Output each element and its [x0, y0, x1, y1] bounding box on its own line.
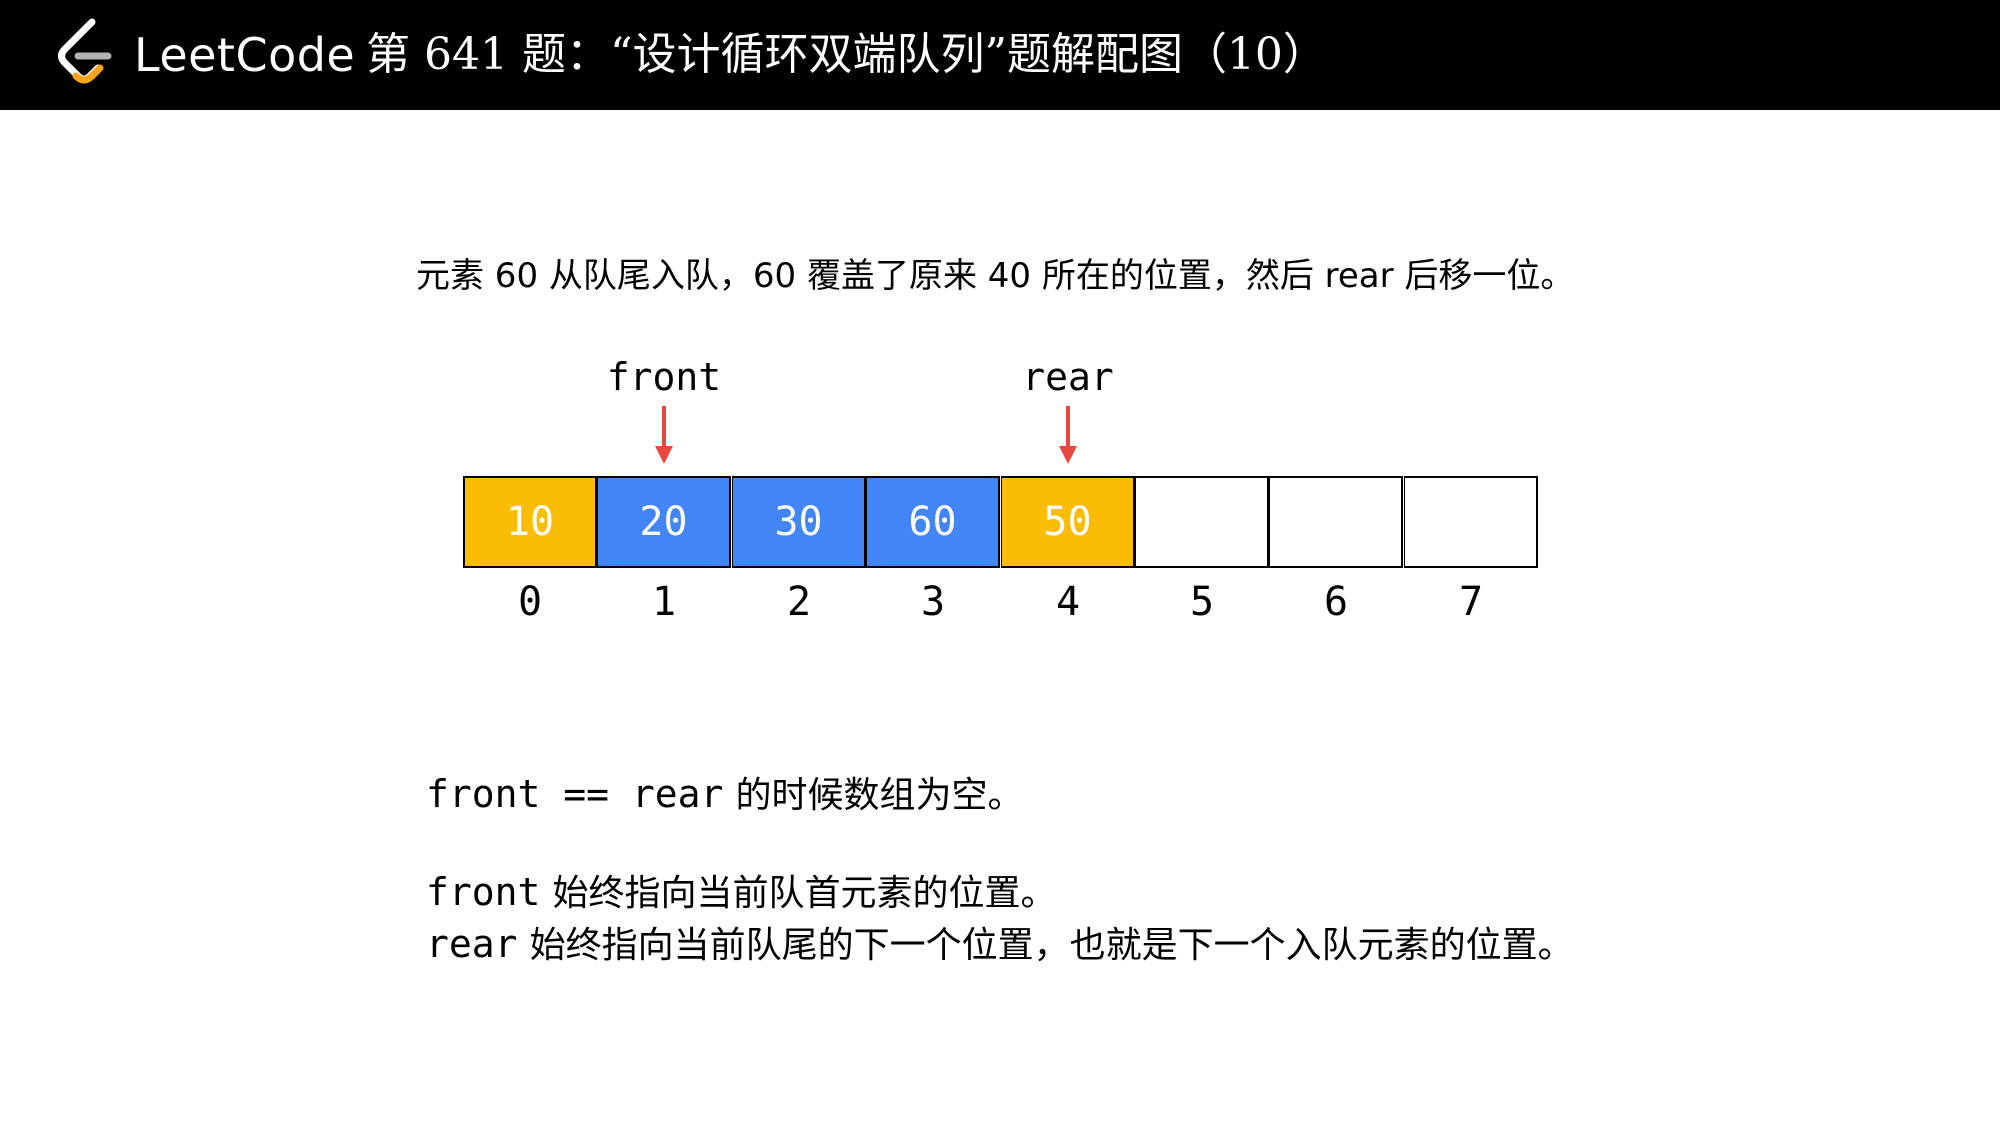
rear-rule-code: rear: [426, 922, 518, 966]
cell-index-label: 2: [786, 579, 812, 625]
empty-rule-text: 的时候数组为空。: [735, 775, 1024, 816]
rear-rule-note: rear 始终指向当前队尾的下一个位置，也就是下一个入队元素的位置。: [426, 918, 1574, 970]
step-description: 元素 60 从队尾入队，60 覆盖了原来 40 所在的位置，然后 rear 后移…: [416, 256, 1575, 296]
queue-cell: [1269, 476, 1403, 568]
cell-index-label: 7: [1458, 579, 1484, 625]
queue-cell: [1135, 476, 1269, 568]
cell-value: 50: [1043, 499, 1092, 545]
queue-cell: 60: [866, 476, 1000, 568]
empty-rule-code: front == rear: [426, 772, 724, 816]
front-rule-note: front 始终指向当前队首元素的位置。: [426, 866, 1057, 918]
front-rule-text: 始终指向当前队首元素的位置。: [552, 873, 1057, 914]
queue-cell: [1404, 476, 1538, 568]
cell-index-label: 0: [517, 579, 543, 625]
cell-index-label: 6: [1323, 579, 1349, 625]
rear-rule-text: 始终指向当前队尾的下一个位置，也就是下一个入队元素的位置。: [529, 925, 1574, 966]
empty-rule-note: front == rear 的时候数组为空。: [426, 768, 1024, 820]
cell-index-label: 4: [1055, 579, 1081, 625]
queue-cell: 50: [1001, 476, 1135, 568]
cell-index-label: 5: [1189, 579, 1215, 625]
cell-value: 30: [774, 499, 823, 545]
queue-cell: 20: [597, 476, 731, 568]
queue-cell: 30: [732, 476, 866, 568]
leetcode-logo-icon: [58, 18, 112, 84]
cell-index-label: 1: [651, 579, 677, 625]
cell-value: 60: [908, 499, 957, 545]
front-pointer-arrow-icon: [655, 406, 673, 464]
cell-value: 10: [505, 499, 555, 545]
cell-index-label: 3: [920, 579, 946, 625]
brand-name: LeetCode: [134, 28, 356, 82]
front-pointer-label: front: [606, 355, 722, 399]
page-title: 第 641 题：“设计循环双端队列”题解配图（10）: [366, 29, 1327, 80]
rear-pointer-arrow-icon: [1059, 406, 1077, 464]
header-bar: LeetCode 第 641 题：“设计循环双端队列”题解配图（10）: [0, 0, 2000, 110]
front-rule-code: front: [426, 870, 541, 914]
queue-cell: 10: [463, 476, 597, 568]
cell-value: 20: [639, 499, 688, 545]
rear-pointer-label: rear: [1022, 355, 1114, 399]
